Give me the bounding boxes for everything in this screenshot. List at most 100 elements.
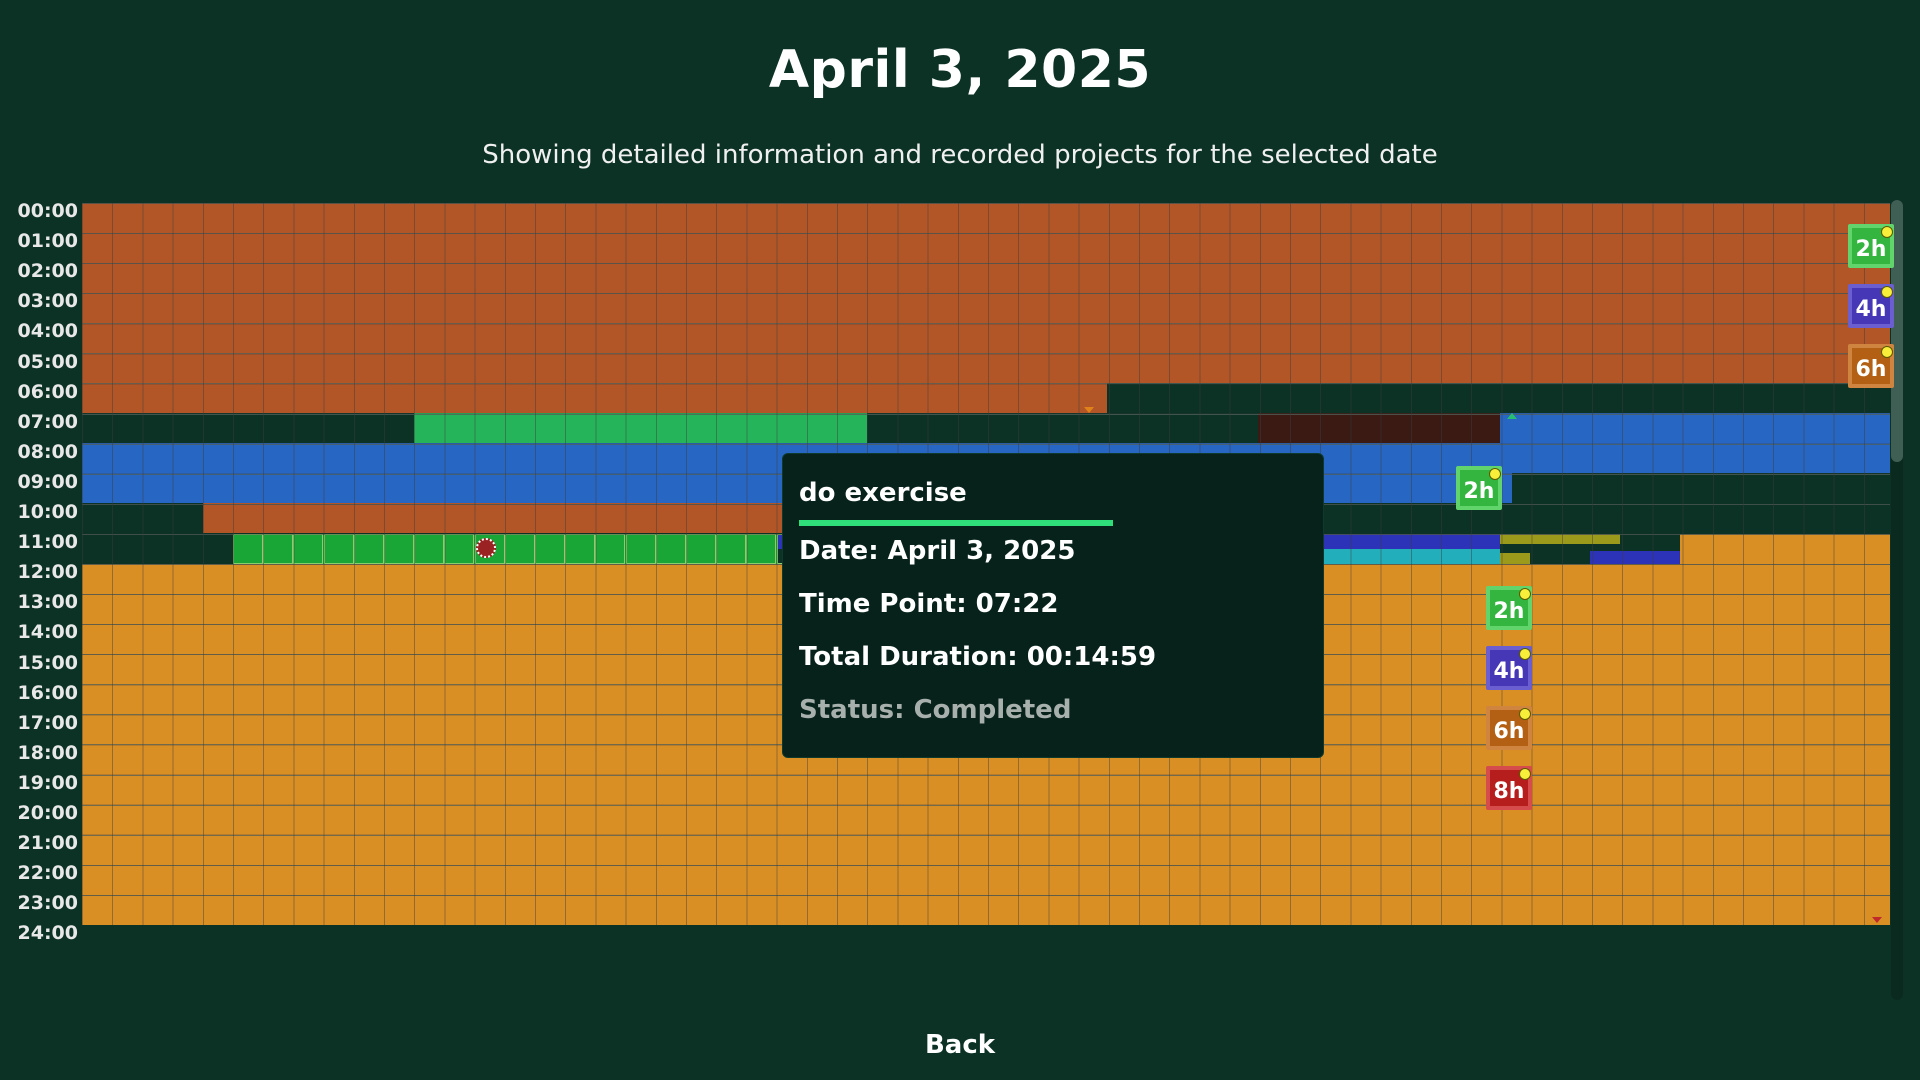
segment-teal-1100[interactable] <box>1322 549 1500 564</box>
green-cell <box>444 534 474 564</box>
status-dot-icon <box>1519 768 1531 780</box>
grid-row-line <box>82 805 1890 806</box>
hour-label: 18:00 <box>6 742 78 764</box>
hour-label: 05:00 <box>6 351 78 373</box>
status-dot-icon <box>1519 708 1531 720</box>
segment-orange-1100[interactable] <box>1680 534 1890 564</box>
hour-label: 13:00 <box>6 591 78 613</box>
green-cell <box>293 534 323 564</box>
segment-rust-0600[interactable] <box>82 383 1107 413</box>
marker-triangle-icon <box>1872 917 1882 923</box>
duration-6h-button[interactable]: 6h <box>1486 706 1532 750</box>
segment-olive-1100-b[interactable] <box>1500 553 1530 564</box>
clock-icon <box>476 538 496 558</box>
grid-row-line <box>82 353 1890 354</box>
status-dot-icon <box>1489 468 1501 480</box>
tooltip-time-point: Time Point: 07:22 <box>799 589 1058 619</box>
duration-label: 4h <box>1494 659 1525 684</box>
duration-4h-button[interactable]: 4h <box>1486 646 1532 690</box>
duration-label: 2h <box>1494 599 1525 624</box>
hour-label: 19:00 <box>6 772 78 794</box>
hour-label: 15:00 <box>6 652 78 674</box>
green-cell <box>324 534 354 564</box>
hour-label: 21:00 <box>6 832 78 854</box>
green-cell <box>656 534 686 564</box>
grid-row-line <box>82 775 1890 776</box>
tooltip-status: Status: Completed <box>799 695 1071 725</box>
green-cell <box>565 534 595 564</box>
hour-label: 11:00 <box>6 531 78 553</box>
duration-label: 2h <box>1856 237 1887 262</box>
duration-label: 8h <box>1494 779 1525 804</box>
grid-row-line <box>82 263 1890 264</box>
hour-label: 00:00 <box>6 200 78 222</box>
tooltip-date: Date: April 3, 2025 <box>799 536 1075 566</box>
grid-row-line <box>82 203 1890 204</box>
grid-row-line <box>82 293 1890 294</box>
hour-label: 04:00 <box>6 320 78 342</box>
duration-label: 6h <box>1494 719 1525 744</box>
segment-green-0700[interactable] <box>414 413 867 443</box>
hour-label: 08:00 <box>6 441 78 463</box>
duration-label: 6h <box>1856 357 1887 382</box>
hour-label: 09:00 <box>6 471 78 493</box>
hour-label: 24:00 <box>6 922 78 944</box>
green-cell <box>716 534 746 564</box>
hour-label: 06:00 <box>6 381 78 403</box>
page-subtitle: Showing detailed information and recorde… <box>0 140 1920 170</box>
hour-label: 16:00 <box>6 682 78 704</box>
page-title: April 3, 2025 <box>0 40 1920 100</box>
duration-6h-button[interactable]: 6h <box>1848 344 1894 388</box>
tooltip-title: do exercise <box>799 478 967 508</box>
hour-label: 01:00 <box>6 230 78 252</box>
green-cell <box>263 534 293 564</box>
segment-navy-1100-b[interactable] <box>1590 551 1680 564</box>
green-cell <box>233 534 263 564</box>
grid-row-line <box>82 414 1890 415</box>
grid-row-line <box>82 865 1890 866</box>
grid-row-line <box>82 444 1890 445</box>
hour-label: 10:00 <box>6 501 78 523</box>
marker-triangle-icon <box>1084 407 1094 413</box>
marker-triangle-icon <box>1507 413 1517 419</box>
segment-darkbrown-0700[interactable] <box>1258 413 1500 443</box>
status-dot-icon <box>1881 286 1893 298</box>
status-dot-icon <box>1519 588 1531 600</box>
green-cell <box>595 534 625 564</box>
hour-label: 03:00 <box>6 290 78 312</box>
segment-blue-0700[interactable] <box>1500 413 1890 443</box>
hour-label: 02:00 <box>6 260 78 282</box>
grid-row-line <box>82 323 1890 324</box>
duration-8h-button[interactable]: 8h <box>1486 766 1532 810</box>
tooltip-accent-bar <box>799 520 1113 526</box>
back-button[interactable]: Back <box>0 1030 1920 1060</box>
green-cell <box>535 534 565 564</box>
hour-label: 20:00 <box>6 802 78 824</box>
tooltip-total-duration: Total Duration: 00:14:59 <box>799 642 1156 672</box>
segment-olive-1100[interactable] <box>1500 534 1620 544</box>
hour-label: 07:00 <box>6 411 78 433</box>
green-cell <box>384 534 414 564</box>
green-cell <box>626 534 656 564</box>
duration-label: 2h <box>1464 479 1495 504</box>
duration-4h-button[interactable]: 4h <box>1848 284 1894 328</box>
duration-2h-button[interactable]: 2h <box>1456 466 1502 510</box>
green-cell <box>746 534 776 564</box>
grid-row-line <box>82 383 1890 384</box>
hour-label: 14:00 <box>6 621 78 643</box>
grid-row-line <box>82 835 1890 836</box>
duration-2h-button[interactable]: 2h <box>1486 586 1532 630</box>
duration-2h-button[interactable]: 2h <box>1848 224 1894 268</box>
hour-label: 12:00 <box>6 561 78 583</box>
green-cell <box>354 534 384 564</box>
grid-row-line <box>82 233 1890 234</box>
status-dot-icon <box>1881 346 1893 358</box>
hour-label: 23:00 <box>6 892 78 914</box>
status-dot-icon <box>1881 226 1893 238</box>
hour-label: 17:00 <box>6 712 78 734</box>
status-dot-icon <box>1519 648 1531 660</box>
project-tooltip: do exercise Date: April 3, 2025 Time Poi… <box>782 453 1324 758</box>
green-cell <box>686 534 716 564</box>
hour-label: 22:00 <box>6 862 78 884</box>
green-cell <box>505 534 535 564</box>
